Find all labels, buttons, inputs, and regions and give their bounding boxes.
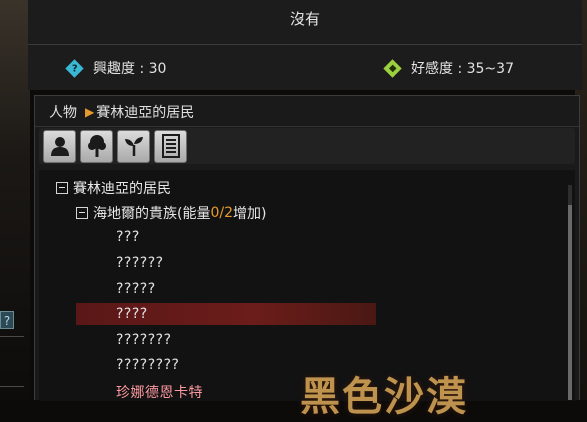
- help-icon[interactable]: ?: [0, 311, 14, 329]
- sprout-category-button[interactable]: [117, 129, 150, 163]
- tree-leaf-item[interactable]: ????: [116, 306, 148, 322]
- tree-group-label: 賽林迪亞的居民: [73, 181, 171, 197]
- person-category-button[interactable]: [43, 129, 76, 163]
- npc-info-panel: 沒有 ? 興趣度 : 30 ◆ 好感度 : 35~37: [28, 0, 582, 90]
- question-diamond-icon: ?: [65, 58, 84, 78]
- tree-subgroup-prefix: 海地爾的貴族(能量: [93, 206, 211, 222]
- favor-diamond-icon: ◆: [383, 58, 402, 78]
- interest-label: 興趣度 : 30: [93, 61, 167, 77]
- divider: [28, 44, 582, 45]
- tree-leaf-item[interactable]: ???????: [116, 332, 172, 348]
- interest-stat: ? 興趣度 : 30: [65, 58, 167, 78]
- divider: [35, 126, 579, 127]
- breadcrumb: 人物 ▶ 賽林迪亞的居民: [49, 102, 194, 122]
- energy-value: 0/2: [210, 205, 233, 221]
- chevron-right-icon: ▶: [85, 105, 95, 119]
- collapse-icon[interactable]: [76, 207, 88, 219]
- tree-leaf-item[interactable]: ???: [116, 229, 140, 245]
- divider: [0, 386, 24, 387]
- person-icon: [50, 137, 69, 156]
- divider: [0, 336, 24, 337]
- knowledge-panel: 人物 ▶ 賽林迪亞的居民: [34, 95, 580, 401]
- game-logo-watermark: 黑色沙漠: [300, 373, 468, 420]
- favor-label: 好感度 : 35~37: [411, 61, 514, 77]
- tree-leaf-item[interactable]: ?????: [116, 281, 156, 297]
- tree-leaf-item-selected[interactable]: 珍娜德恩卡特: [116, 382, 203, 402]
- tree-leaf-item[interactable]: ??????: [116, 255, 164, 271]
- book-icon: [161, 134, 180, 158]
- tree-group-row[interactable]: 賽林迪亞的居民: [56, 178, 171, 198]
- favor-stat: ◆ 好感度 : 35~37: [383, 58, 514, 78]
- breadcrumb-current[interactable]: 賽林迪亞的居民: [96, 102, 194, 122]
- tree-leaf-item[interactable]: ????????: [116, 357, 179, 373]
- tree-subgroup-row[interactable]: 海地爾的貴族(能量 0/2 增加): [76, 203, 266, 223]
- info-title: 沒有: [289, 10, 320, 28]
- sprout-icon: [124, 137, 143, 156]
- tree-category-button[interactable]: [80, 129, 113, 163]
- collapse-icon[interactable]: [56, 182, 68, 194]
- background-left: [0, 0, 30, 400]
- breadcrumb-root[interactable]: 人物: [49, 102, 77, 122]
- tree-subgroup-suffix: 增加): [233, 206, 267, 222]
- tree-icon: [87, 135, 106, 157]
- category-toolbar: [39, 128, 575, 164]
- book-category-button[interactable]: [154, 129, 187, 163]
- scrollbar-thumb[interactable]: [568, 205, 572, 400]
